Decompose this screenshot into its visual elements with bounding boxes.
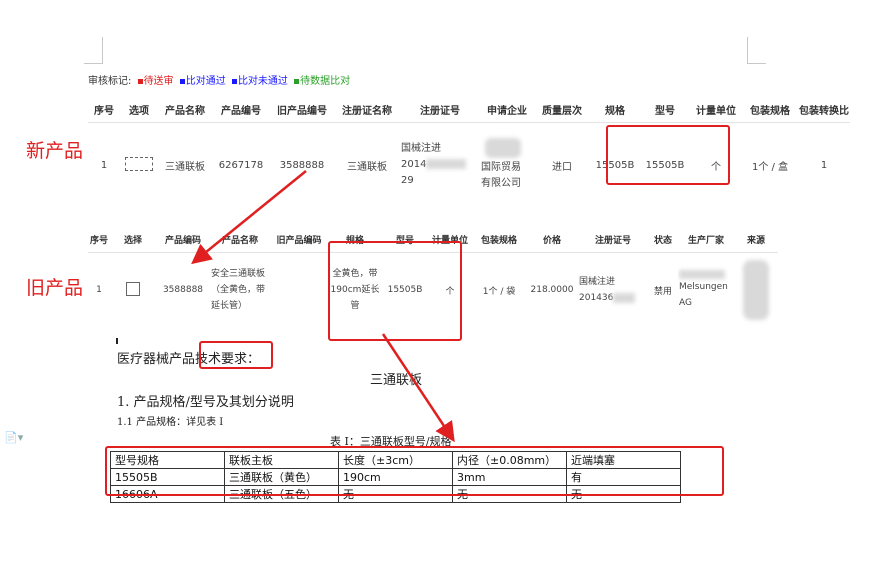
arrow-new-to-old <box>191 170 307 265</box>
annotation-arrows <box>191 170 455 443</box>
arrow-old-to-doc <box>381 333 455 443</box>
